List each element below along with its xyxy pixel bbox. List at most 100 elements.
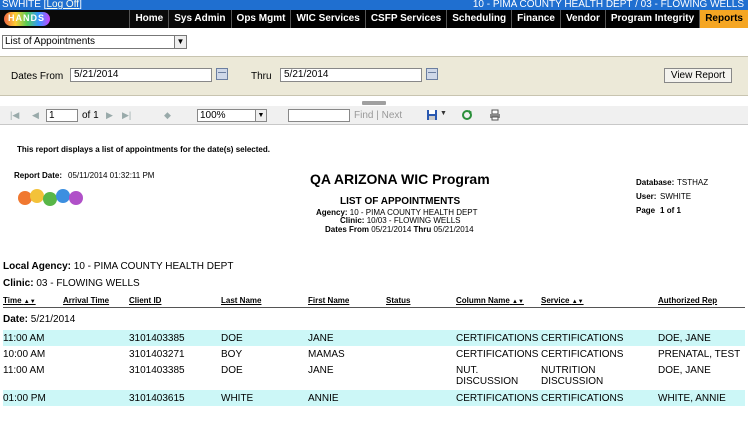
cell-authorized-rep: DOE, JANE (658, 333, 711, 344)
sort-icon[interactable]: ▲▼ (24, 299, 36, 305)
nav-sys-admin[interactable]: Sys Admin (168, 10, 230, 28)
table-row: 10:00 AM 3101403271 BOY MAMAS CERTIFICAT… (3, 346, 745, 362)
col-header-arrival: Arrival Time (63, 296, 110, 305)
report-title: QA ARIZONA WIC Program (310, 171, 490, 187)
dates-from-label: Dates From (11, 71, 64, 82)
nav-scheduling[interactable]: Scheduling (446, 10, 511, 28)
col-header-status: Status (386, 296, 411, 305)
cell-first-name: MAMAS (308, 349, 345, 360)
cell-last-name: DOE (221, 333, 243, 344)
clinic-group-value: 03 - FLOWING WELLS (36, 278, 140, 289)
chevron-down-icon: ▼ (174, 36, 186, 48)
nav-ops-mgmt[interactable]: Ops Mgmt (230, 10, 291, 28)
col-header-last-name: Last Name (221, 296, 262, 305)
page-total: 1 (676, 206, 681, 215)
dates-from-input[interactable]: 5/21/2014 (70, 68, 212, 82)
main-nav-bar: HANDS Home Sys Admin Ops Mgmt WIC Servic… (0, 10, 748, 28)
calendar-icon[interactable] (426, 68, 438, 80)
local-agency-value: 10 - PIMA COUNTY HEALTH DEPT (73, 261, 234, 272)
report-body: This report displays a list of appointme… (0, 126, 748, 423)
calendar-icon[interactable] (216, 68, 228, 80)
splitter-handle[interactable] (362, 101, 386, 105)
logoff-link[interactable]: Log Off (46, 0, 79, 10)
dates-from-label: Dates From (325, 225, 370, 234)
col-header-time[interactable]: Time ▲▼ (3, 296, 36, 305)
database-value: TSTHAZ (677, 178, 709, 187)
page-of: of (666, 206, 675, 215)
find-links: Find | Next (354, 110, 403, 121)
report-select-value: List of Appointments (5, 36, 96, 47)
next-link[interactable]: Next (382, 110, 403, 121)
report-date-label: Report Date: (14, 171, 63, 180)
table-row: 11:00 AM 3101403385 DOE JANE NUT. DISCUS… (3, 362, 745, 390)
cell-service: NUTRITION DISCUSSION (541, 365, 604, 387)
nav-home[interactable]: Home (129, 10, 168, 28)
date-group: Date: 5/21/2014 (3, 314, 75, 325)
parameter-panel: Dates From 5/21/2014 Thru 5/21/2014 View… (0, 56, 748, 96)
prev-page-icon[interactable]: ◀ (32, 110, 39, 121)
next-page-icon[interactable]: ▶ (106, 110, 113, 121)
cell-first-name: JANE (308, 365, 334, 376)
nav-reports[interactable]: Reports (699, 10, 748, 28)
nav-wic-services[interactable]: WIC Services (290, 10, 364, 28)
date-label: Date: (3, 314, 29, 325)
page-info: 1 of 1 (660, 206, 681, 215)
nav-program-integrity[interactable]: Program Integrity (604, 10, 699, 28)
cell-service: CERTIFICATIONS (541, 393, 624, 404)
local-agency-label: Local Agency: (3, 261, 71, 272)
zoom-value: 100% (200, 110, 226, 121)
clinic-line: Clinic: 10/03 - FLOWING WELLS (340, 216, 461, 225)
report-description: This report displays a list of appointme… (17, 145, 270, 154)
last-page-icon[interactable]: ▶| (122, 110, 131, 121)
cell-column-name: CERTIFICATIONS (456, 393, 539, 404)
export-dropdown-icon[interactable]: ▼ (440, 110, 447, 117)
table-row: 11:00 AM 3101403385 DOE JANE CERTIFICATI… (3, 330, 745, 346)
page-count: of 1 (82, 110, 99, 121)
sort-icon[interactable]: ▲▼ (512, 299, 524, 305)
nav-finance[interactable]: Finance (511, 10, 560, 28)
clinic-label: Clinic: (340, 216, 365, 225)
col-header-column-name[interactable]: Column Name ▲▼ (456, 296, 524, 305)
page-number-input[interactable]: 1 (46, 109, 78, 122)
site-label: 10 - PIMA COUNTY HEALTH DEPT / 03 - FLOW… (472, 0, 744, 10)
cell-column-name: CERTIFICATIONS (456, 349, 539, 360)
cell-service: CERTIFICATIONS (541, 349, 624, 360)
user-info: SWHITE [Log Off] (2, 0, 82, 10)
col-header-service-label: Service (541, 296, 570, 305)
find-input[interactable] (288, 109, 350, 122)
logo-text: HANDS (8, 13, 46, 23)
save-icon[interactable] (426, 109, 438, 121)
cell-authorized-rep: WHITE, ANNIE (658, 393, 726, 404)
view-report-button[interactable]: View Report (664, 68, 732, 83)
cell-time: 10:00 AM (3, 349, 46, 360)
cell-client-id: 3101403385 (129, 365, 185, 376)
cell-authorized-rep: DOE, JANE (658, 365, 711, 376)
back-icon[interactable]: ◆ (164, 110, 171, 121)
nav-csfp-services[interactable]: CSFP Services (364, 10, 446, 28)
header-divider (3, 307, 745, 308)
cell-first-name: JANE (308, 333, 334, 344)
nav-vendor[interactable]: Vendor (559, 10, 605, 28)
cell-service: CERTIFICATIONS (541, 333, 624, 344)
thru-input[interactable]: 5/21/2014 (280, 68, 422, 82)
zoom-select[interactable]: 100% ▼ (197, 109, 267, 122)
find-link[interactable]: Find (354, 110, 373, 121)
report-select[interactable]: List of Appointments ▼ (2, 35, 187, 49)
cell-authorized-rep: PRENATAL, TEST (658, 349, 741, 360)
col-header-authorized-rep: Authorized Rep (658, 296, 718, 305)
thru-value: 05/21/2014 (433, 225, 474, 234)
cell-column-name: CERTIFICATIONS (456, 333, 539, 344)
refresh-icon[interactable] (461, 109, 473, 121)
local-agency-group: Local Agency: 10 - PIMA COUNTY HEALTH DE… (3, 261, 233, 272)
date-value: 5/21/2014 (30, 314, 76, 325)
first-page-icon[interactable]: |◀ (10, 110, 19, 121)
cell-last-name: BOY (221, 349, 243, 360)
sort-icon[interactable]: ▲▼ (572, 299, 584, 305)
top-status-bar: SWHITE [Log Off] 10 - PIMA COUNTY HEALTH… (0, 0, 748, 10)
col-header-service[interactable]: Service ▲▼ (541, 296, 584, 305)
clinic-value: 10/03 - FLOWING WELLS (366, 216, 461, 225)
print-icon[interactable] (489, 109, 501, 121)
col-header-time-label: Time (3, 296, 22, 305)
dates-line: Dates From 05/21/2014 Thru 05/21/2014 (325, 225, 474, 234)
database-label: Database: (636, 178, 675, 187)
